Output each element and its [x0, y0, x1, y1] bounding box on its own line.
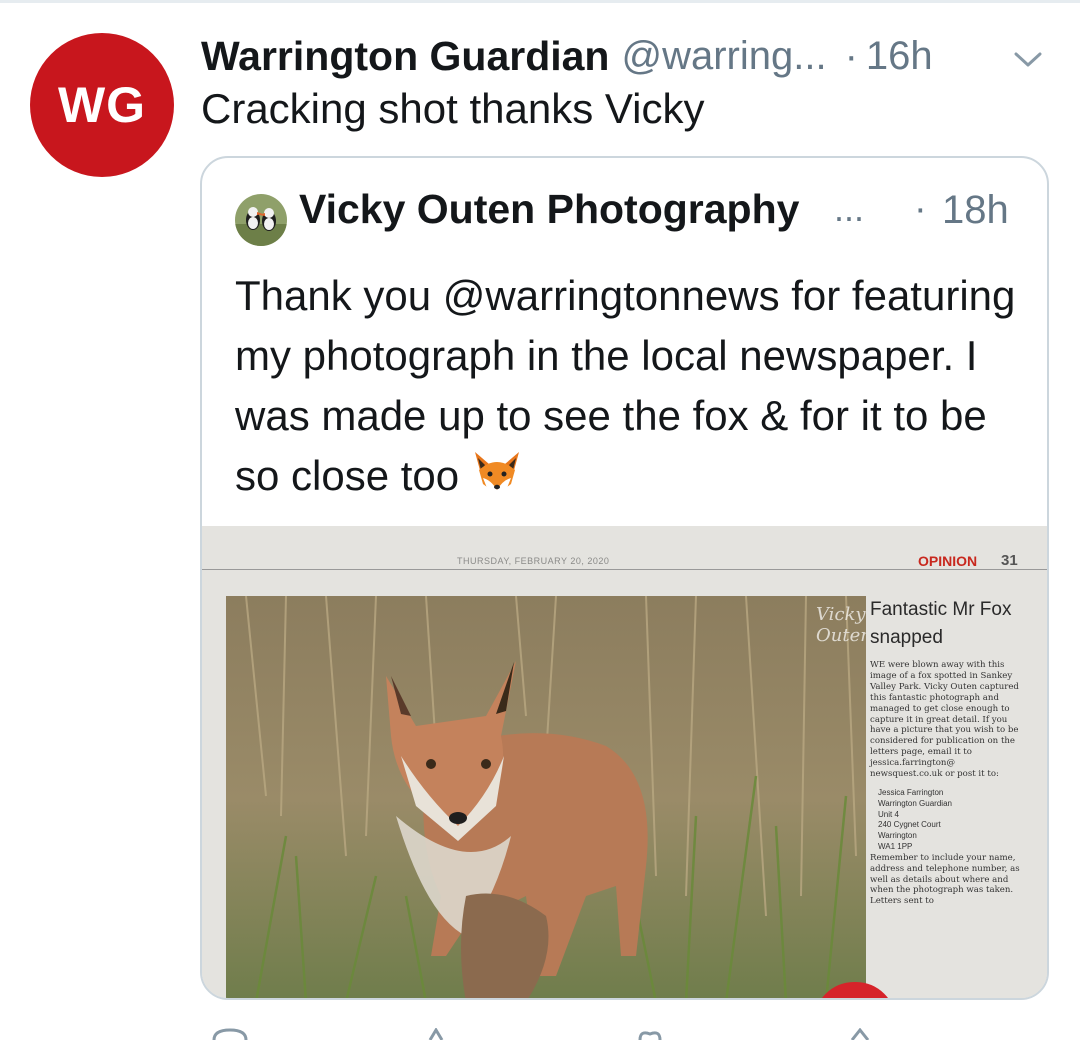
reply-icon[interactable] — [210, 1028, 250, 1040]
quoted-separator-dot: · — [914, 188, 927, 230]
quoted-timestamp[interactable]: 18h — [942, 188, 1009, 233]
newspaper-page-number: 31 — [1001, 552, 1018, 569]
quoted-display-name[interactable]: Vicky Outen Photography — [299, 186, 799, 233]
quoted-tweet-text: Thank you @warringtonnews for featuring … — [235, 266, 1035, 506]
newspaper-address: Jessica Farrington Warrington Guardian U… — [878, 788, 1020, 853]
address-line: Warrington Guardian — [878, 798, 952, 808]
puffin-photo-icon — [235, 194, 287, 246]
newspaper-body: WE were blown away with this image of a … — [870, 660, 1019, 780]
fox-emoji-icon — [474, 452, 519, 492]
address-line: Jessica Farrington — [878, 787, 944, 797]
avatar-text: WG — [57, 77, 147, 133]
newspaper-section: OPINION — [918, 553, 978, 569]
tweet-header: Warrington Guardian @warring... · 16h — [201, 28, 1051, 84]
quoted-text-body: Thank you @warringtonnews for featuring … — [235, 272, 1016, 499]
newspaper-body-continued: Remember to include your name, address a… — [870, 852, 1020, 907]
newspaper-date: THURSDAY, FEBRUARY 20, 2020 — [457, 556, 610, 566]
newspaper-sidebar: Fantastic Mr Fox snapped WE were blown a… — [870, 596, 1020, 998]
address-line: Unit 4 — [878, 809, 899, 819]
newspaper-headline: Fantastic Mr Fox snapped — [870, 599, 1012, 648]
newspaper-page: THURSDAY, FEBRUARY 20, 2020 OPINION 31 V… — [202, 526, 1047, 998]
timestamp[interactable]: 16h — [866, 34, 933, 79]
chevron-down-icon[interactable] — [1011, 45, 1045, 73]
like-icon[interactable] — [630, 1028, 670, 1040]
separator-dot: · — [844, 33, 858, 78]
top-divider — [0, 0, 1080, 3]
fox-photo: Vicky Outen — [226, 596, 866, 998]
quoted-media-image[interactable]: THURSDAY, FEBRUARY 20, 2020 OPINION 31 V… — [202, 526, 1047, 998]
handle[interactable]: @warring... — [621, 34, 826, 79]
share-icon[interactable] — [840, 1028, 880, 1040]
display-name[interactable]: Warrington Guardian — [201, 33, 609, 80]
retweet-icon[interactable] — [422, 1028, 462, 1040]
quoted-avatar[interactable] — [235, 194, 287, 246]
tweet-actions — [200, 1024, 1060, 1040]
quoted-name-ellipsis: ... — [834, 188, 865, 229]
address-line: 240 Cygnet Court — [878, 820, 941, 830]
address-line: WA1 1PP — [878, 841, 913, 851]
tweet-text: Cracking shot thanks Vicky — [201, 85, 705, 132]
avatar[interactable]: WG — [30, 33, 174, 177]
photo-watermark: Vicky Outen — [816, 604, 866, 646]
newspaper-rule — [202, 569, 1047, 570]
address-line: Warrington — [878, 831, 917, 841]
quoted-tweet-card[interactable]: Vicky Outen Photography ... · 18h Thank … — [200, 156, 1049, 1000]
